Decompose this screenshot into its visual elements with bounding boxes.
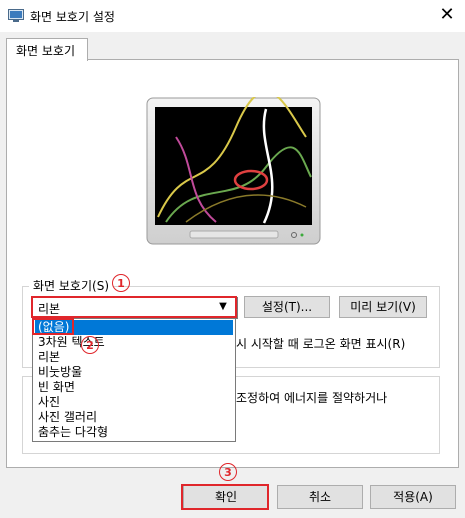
close-icon[interactable]: ✕ [436, 4, 458, 26]
screensaver-dropdown-list[interactable]: (없음) 3차원 텍스트 리본 비눗방울 빈 화면 사진 사진 갤러리 춤추는 … [32, 318, 236, 442]
dropdown-option-photo-gallery[interactable]: 사진 갤러리 [35, 410, 233, 425]
screensaver-group-label: 화면 보호기(S) [29, 277, 113, 294]
dropdown-option-mystify[interactable]: 춤추는 다각형 [35, 425, 233, 440]
cancel-button[interactable]: 취소 [277, 485, 363, 509]
dropdown-option-blank[interactable]: 빈 화면 [35, 380, 233, 395]
window-title: 화면 보호기 설정 [30, 10, 115, 24]
apply-button[interactable]: 적용(A) [370, 485, 456, 509]
preview-button[interactable]: 미리 보기(V) [339, 296, 427, 318]
tab-label: 화면 보호기 [16, 44, 76, 58]
screensaver-preview-monitor [146, 97, 321, 245]
dropdown-option-bubbles[interactable]: 비눗방울 [35, 365, 233, 380]
annotation-badge-2: 2 [81, 336, 99, 354]
annotation-badge-3: 3 [219, 463, 237, 481]
annotation-box-none-option [32, 318, 74, 335]
screensaver-app-icon [8, 9, 24, 22]
dropdown-option-3d-text[interactable]: 3차원 텍스트 [35, 335, 233, 350]
annotation-badge-1: 1 [112, 274, 130, 292]
logon-checkbox-label[interactable]: 시 시작할 때 로그온 화면 표시(R) [236, 335, 405, 352]
annotation-box-select [31, 296, 237, 318]
dropdown-option-ribbon[interactable]: 리본 [35, 350, 233, 365]
energy-saving-text: 조정하여 에너지를 절약하거나 [236, 391, 388, 405]
settings-button[interactable]: 설정(T)... [244, 296, 330, 318]
annotation-box-ok [181, 484, 269, 510]
dropdown-option-photos[interactable]: 사진 [35, 395, 233, 410]
tab-screensaver[interactable]: 화면 보호기 [6, 38, 88, 61]
